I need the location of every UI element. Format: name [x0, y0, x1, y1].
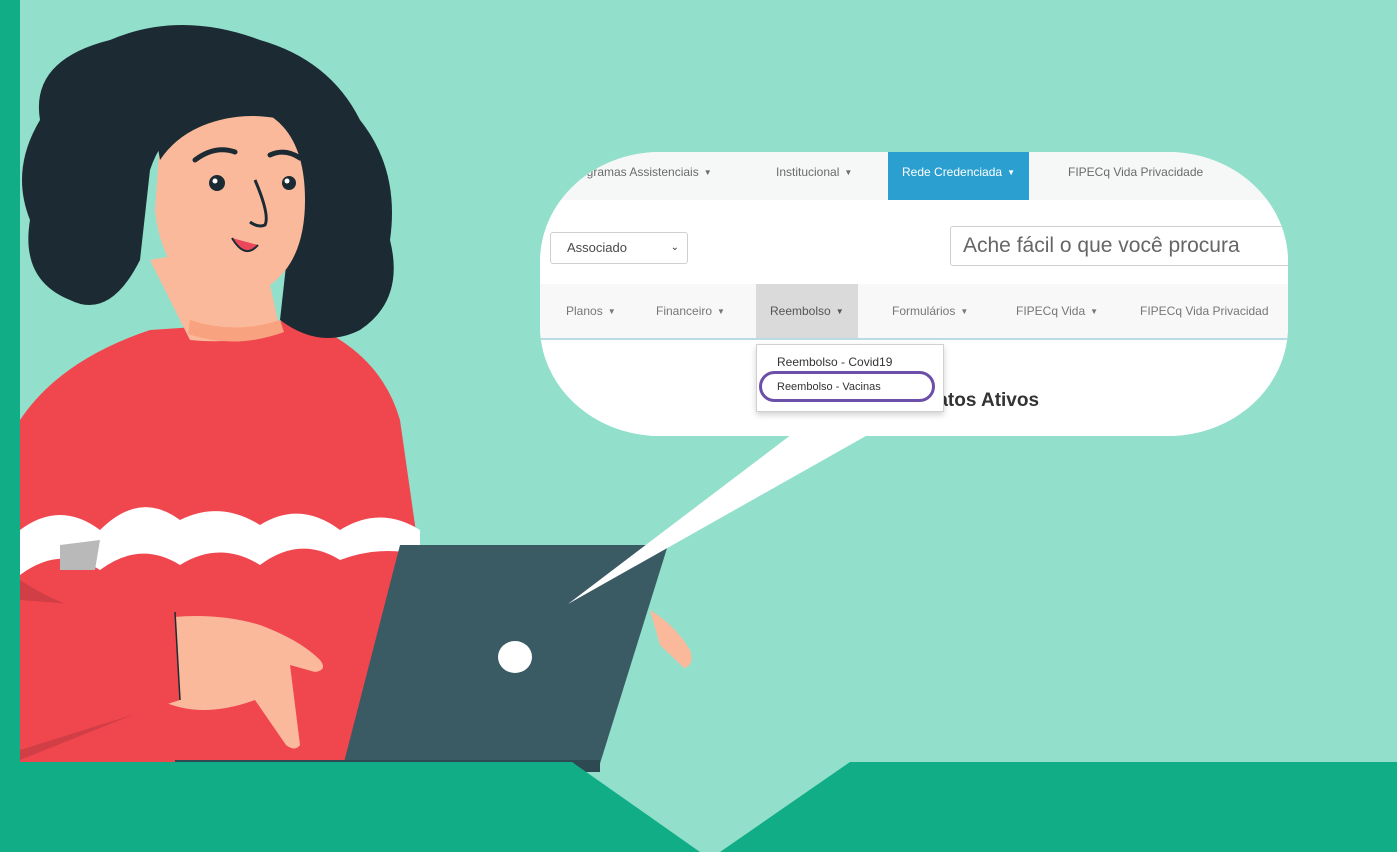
left-eye: [209, 175, 225, 191]
profile-select[interactable]: Associado ⌄: [550, 232, 688, 264]
nav-rede-credenciada[interactable]: Rede Credenciada ▼: [888, 152, 1029, 200]
nav-fipecq-vida[interactable]: FIPECq Vida ▼: [1016, 284, 1098, 338]
caret-down-icon: ▼: [844, 167, 853, 177]
nav-label: rogramas Assistenciais: [576, 165, 699, 179]
nav-planos[interactable]: Planos ▼: [566, 284, 616, 338]
caret-down-icon: ▼: [1007, 167, 1015, 177]
nav-formularios[interactable]: Formulários ▼: [892, 284, 968, 338]
chevron-down-icon: ⌄: [670, 242, 679, 253]
nav-label: Planos: [566, 304, 603, 318]
nav-financeiro[interactable]: Financeiro ▼: [656, 284, 725, 338]
nav-label: Institucional: [776, 165, 840, 179]
nav-programas-assistenciais[interactable]: rogramas Assistenciais ▼: [576, 152, 712, 200]
caret-down-icon: ▼: [835, 306, 844, 316]
caret-down-icon: ▼: [960, 306, 969, 316]
highlight-circle: [759, 371, 935, 402]
laptop-base: [175, 760, 600, 772]
nav-institucional[interactable]: Institucional ▼: [776, 152, 852, 200]
nav-fipecq-vida-privacidade-sub[interactable]: FIPECq Vida Privacidad: [1140, 284, 1269, 338]
nav-fipecq-vida-privacidade[interactable]: FIPECq Vida Privacidade: [1068, 152, 1203, 200]
nav-label: FIPECq Vida Privacidad: [1140, 304, 1269, 318]
caret-down-icon: ▼: [1090, 306, 1099, 316]
nav-label: Reembolso: [770, 304, 831, 318]
zoomed-website-bubble: rogramas Assistenciais ▼ Institucional ▼ R…: [540, 152, 1288, 436]
caret-down-icon: ▼: [607, 306, 616, 316]
sub-navbar: Planos ▼ Financeiro ▼ Reembolso ▼ Formulári…: [540, 284, 1288, 340]
nav-label: Rede Credenciada: [902, 165, 1003, 179]
nav-label: FIPECq Vida: [1016, 304, 1086, 318]
menu-item-reembolso-covid19[interactable]: Reembolso - Covid19: [777, 355, 892, 369]
caret-down-icon: ▼: [717, 306, 725, 316]
right-hand: [650, 610, 692, 668]
nav-reembolso[interactable]: Reembolso ▼: [756, 284, 858, 338]
top-navbar: rogramas Assistenciais ▼ Institucional ▼ R…: [540, 152, 1288, 201]
search-input[interactable]: Ache fácil o que você procura: [950, 226, 1288, 266]
nav-label: Financeiro: [656, 304, 713, 318]
select-value: Associado: [567, 240, 627, 255]
search-placeholder: Ache fácil o que você procura: [963, 234, 1240, 257]
nav-label: FIPECq Vida Privacidade: [1068, 165, 1204, 179]
laptop-logo: [498, 641, 532, 673]
right-eye: [282, 176, 296, 190]
search-row: Associado ⌄ Ache fácil o que você procur…: [540, 200, 1288, 284]
sweater-stripe-shade: [60, 540, 100, 570]
nav-label: Formulários: [892, 304, 956, 318]
caret-down-icon: ▼: [703, 167, 712, 177]
